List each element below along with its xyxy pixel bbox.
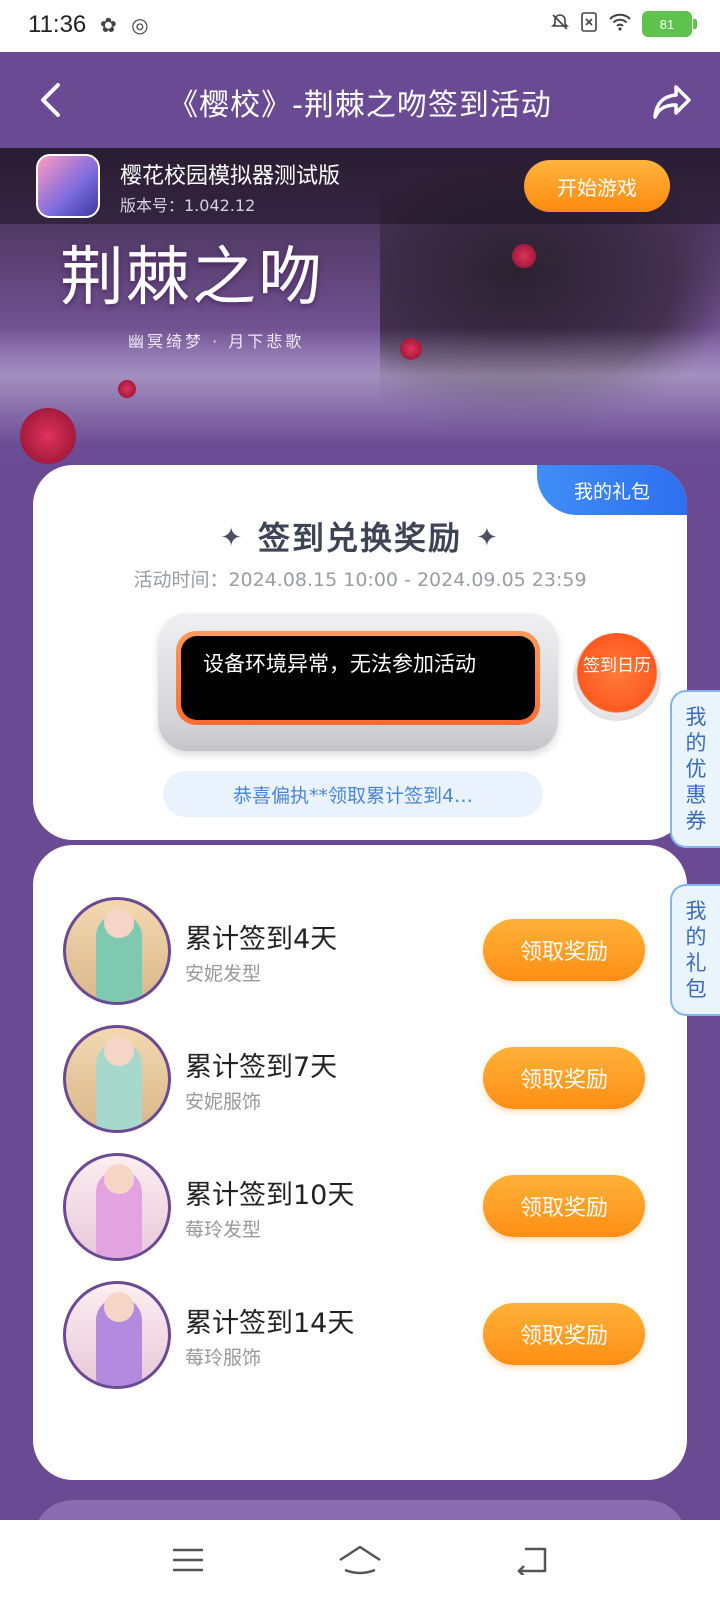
game-version: 版本号：1.042.12 — [120, 196, 256, 215]
rose-decoration — [400, 338, 422, 360]
signin-device-panel: 设备环境异常，无法参加活动 — [158, 613, 558, 751]
mute-icon — [550, 12, 570, 37]
character-head — [104, 1036, 134, 1066]
reward-title: 累计签到14天 — [185, 1308, 355, 1339]
section-title-wrap: ✦ 签到兑换奖励 ✦ — [33, 513, 687, 559]
menu-button[interactable] — [158, 1538, 218, 1582]
game-info-bar: 樱花校园模拟器测试版 版本号：1.042.12 开始游戏 — [0, 148, 720, 224]
reward-title: 累计签到10天 — [185, 1180, 355, 1211]
rewards-card: 累计签到4天 安妮发型 领取奖励 累计签到7天 安妮服饰 领取奖励 累计签到10… — [33, 845, 687, 1480]
rose-decoration — [512, 244, 536, 268]
character-head — [104, 1164, 134, 1194]
sparkle-icon: ✦ — [476, 523, 500, 553]
system-nav-bar — [0, 1520, 720, 1600]
share-button[interactable] — [648, 78, 696, 126]
rose-decoration — [20, 408, 76, 464]
reward-item: 安妮发型 — [185, 963, 262, 985]
claim-reward-button[interactable]: 领取奖励 — [483, 1047, 645, 1109]
reward-avatar — [63, 1281, 171, 1389]
back-nav-button[interactable] — [502, 1538, 562, 1582]
reward-item: 莓玲发型 — [185, 1219, 262, 1241]
no-sim-icon — [580, 11, 598, 37]
page-title: 《樱校》-荆棘之吻签到活动 — [168, 88, 552, 123]
share-icon — [653, 85, 691, 119]
wifi-icon — [608, 12, 632, 37]
back-button[interactable] — [30, 76, 70, 124]
home-icon — [339, 1545, 381, 1575]
status-right: 81 — [550, 11, 697, 37]
header: 《樱校》-荆棘之吻签到活动 — [0, 52, 720, 148]
event-banner: 樱花校园模拟器测试版 版本号：1.042.12 开始游戏 荆棘之吻 幽冥绮梦 ·… — [0, 148, 720, 468]
winner-marquee: 恭喜偏执**领取累计签到4… — [163, 771, 543, 817]
signin-calendar-button[interactable]: 签到日历 — [573, 633, 661, 721]
reward-row: 累计签到10天 莓玲发型 领取奖励 — [33, 1153, 687, 1263]
my-coupons-side-tab[interactable]: 我的优惠券 — [670, 690, 720, 848]
event-time: 活动时间：2024.08.15 10:00 - 2024.09.05 23:59 — [133, 569, 587, 591]
reward-item: 莓玲服饰 — [185, 1347, 262, 1369]
reward-row: 累计签到4天 安妮发型 领取奖励 — [33, 897, 687, 1007]
banner-scenery — [0, 328, 720, 448]
chevron-left-icon — [41, 83, 60, 117]
character-head — [104, 908, 134, 938]
claim-reward-button[interactable]: 领取奖励 — [483, 1303, 645, 1365]
menu-icon — [173, 1548, 203, 1572]
reward-avatar — [63, 1153, 171, 1261]
battery-indicator: 81 — [642, 11, 697, 37]
status-time: 11:36 — [28, 11, 87, 38]
status-bar: 11:36 ✿ ◎ 81 — [0, 0, 720, 52]
device-error-message: 设备环境异常，无法参加活动 — [181, 636, 535, 720]
game-app-icon — [36, 154, 100, 218]
signin-card: 我的礼包 ✦ 签到兑换奖励 ✦ 活动时间：2024.08.15 10:00 - 20… — [33, 465, 687, 840]
my-gifts-side-tab[interactable]: 我的礼包 — [670, 884, 720, 1016]
reward-avatar — [63, 1025, 171, 1133]
character-head — [104, 1292, 134, 1322]
device-frame: 设备环境异常，无法参加活动 — [176, 631, 540, 725]
banner-subtitle: 幽冥绮梦 · 月下悲歌 — [128, 332, 305, 351]
claim-reward-button[interactable]: 领取奖励 — [483, 1175, 645, 1237]
start-game-button[interactable]: 开始游戏 — [524, 160, 670, 212]
banner-title: 荆棘之吻 — [60, 241, 324, 315]
my-gifts-tab[interactable]: 我的礼包 — [537, 465, 687, 515]
reward-row: 累计签到7天 安妮服饰 领取奖励 — [33, 1025, 687, 1135]
reward-title: 累计签到7天 — [185, 1052, 338, 1083]
reward-row: 累计签到14天 莓玲服饰 领取奖励 — [33, 1281, 687, 1391]
notification-icons: ✿ ◎ — [100, 13, 153, 37]
reward-avatar — [63, 897, 171, 1005]
rose-decoration — [118, 380, 136, 398]
reward-item: 安妮服饰 — [185, 1091, 262, 1113]
claim-reward-button[interactable]: 领取奖励 — [483, 919, 645, 981]
return-icon — [517, 1547, 547, 1575]
reward-title: 累计签到4天 — [185, 924, 338, 955]
game-name: 樱花校园模拟器测试版 — [120, 164, 341, 189]
home-button[interactable] — [330, 1538, 390, 1582]
section-title: 签到兑换奖励 — [257, 519, 462, 557]
sparkle-icon: ✦ — [220, 523, 244, 553]
